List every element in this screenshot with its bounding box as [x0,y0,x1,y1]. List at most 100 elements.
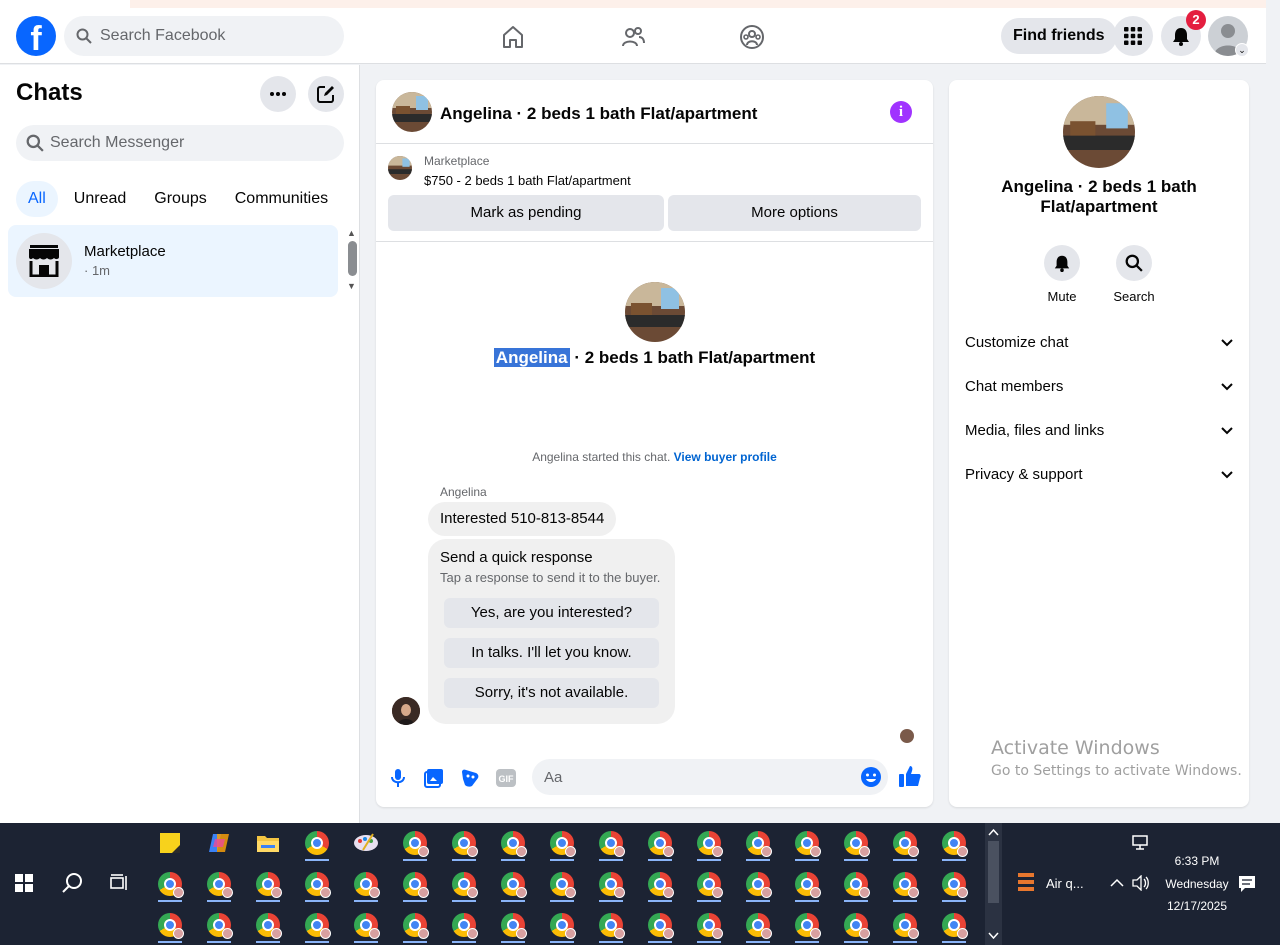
chat-options-button[interactable] [260,76,296,112]
filter-tab-all[interactable]: All [16,181,58,217]
chrome-profile-icon[interactable] [395,864,435,904]
air-quality-label[interactable]: Air q... [1046,876,1084,891]
filter-tab-communities[interactable]: Communities [223,181,340,217]
windows-start-icon[interactable] [4,863,44,903]
groups-icon[interactable] [735,20,769,54]
new-message-button[interactable] [308,76,344,112]
microphone-icon[interactable] [386,766,410,790]
customize-chat-row[interactable]: Customize chat [965,320,1233,364]
chrome-profile-icon[interactable] [689,823,729,863]
chrome-profile-icon[interactable] [836,905,876,945]
info-icon[interactable]: i [890,101,912,123]
taskbar-scrollbar[interactable] [985,823,1002,945]
chrome-profile-icon[interactable] [395,905,435,945]
chrome-profile-icon[interactable] [836,864,876,904]
task-view-icon[interactable] [100,863,140,903]
page-scrollbar[interactable] [1266,0,1280,823]
chrome-profile-icon[interactable] [787,905,827,945]
chrome-profile-icon[interactable] [346,864,386,904]
friends-icon[interactable] [616,20,650,54]
chrome-profile-icon[interactable] [591,823,631,863]
chrome-profile-icon[interactable] [493,823,533,863]
network-icon[interactable] [1132,835,1150,854]
chrome-profile-icon[interactable] [297,905,337,945]
listing-small-thumbnail[interactable] [388,156,412,180]
conversation-title[interactable]: Angelina · 2 beds 1 bath Flat/apartment [440,104,757,124]
scroll-down-arrow[interactable]: ▼ [347,281,356,291]
chrome-profile-icon[interactable] [836,823,876,863]
chevron-up-icon[interactable] [1110,877,1124,891]
sidebar-scrollbar-thumb[interactable] [348,241,357,276]
chrome-icon[interactable] [297,823,337,863]
chrome-profile-icon[interactable] [199,864,239,904]
more-options-button[interactable]: More options [668,195,921,231]
chrome-profile-icon[interactable] [150,864,190,904]
chrome-profile-icon[interactable] [640,823,680,863]
chrome-profile-icon[interactable] [591,905,631,945]
chrome-profile-icon[interactable] [934,905,974,945]
like-thumbs-up-icon[interactable] [898,764,922,788]
clock-day[interactable]: Wednesday [1152,877,1242,891]
sender-avatar[interactable] [392,697,420,725]
privacy-support-row[interactable]: Privacy & support [965,452,1233,496]
home-icon[interactable] [496,20,530,54]
chat-members-row[interactable]: Chat members [965,364,1233,408]
facebook-search-input[interactable] [100,27,320,45]
photo-icon[interactable] [422,766,446,790]
emoji-icon[interactable] [859,765,883,789]
chrome-profile-icon[interactable] [885,823,925,863]
chrome-profile-icon[interactable] [542,823,582,863]
chrome-profile-icon[interactable] [885,905,925,945]
message-input[interactable] [532,759,888,795]
chrome-profile-icon[interactable] [640,905,680,945]
messenger-search-box[interactable] [16,125,344,161]
chrome-profile-icon[interactable] [150,905,190,945]
chevron-down-icon[interactable]: ⌄ [1235,43,1249,57]
chrome-profile-icon[interactable] [689,905,729,945]
mute-button[interactable]: Mute [1026,245,1098,304]
quick-reply-interested-button[interactable]: Yes, are you interested? [444,598,659,628]
chrome-profile-icon[interactable] [248,905,288,945]
chrome-profile-icon[interactable] [542,864,582,904]
facebook-logo[interactable]: f [16,16,56,56]
chrome-profile-icon[interactable] [787,823,827,863]
sticky-notes-icon[interactable] [150,823,190,863]
chat-list-item-marketplace[interactable]: Marketplace · 1m [8,225,338,297]
filter-tab-unread[interactable]: Unread [62,181,138,217]
mark-as-pending-button[interactable]: Mark as pending [388,195,664,231]
clock-time[interactable]: 6:33 PM [1152,854,1242,868]
find-friends-button[interactable]: Find friends [1001,18,1117,54]
weather-widget-icon[interactable] [1016,871,1036,898]
search-icon[interactable] [52,863,92,903]
chrome-profile-icon[interactable] [934,864,974,904]
notification-center-icon[interactable] [1238,875,1256,896]
chrome-profile-icon[interactable] [248,864,288,904]
menu-grid-button[interactable] [1113,16,1153,56]
chrome-profile-icon[interactable] [395,823,435,863]
chrome-profile-icon[interactable] [885,864,925,904]
quick-reply-not-available-button[interactable]: Sorry, it's not available. [444,678,659,708]
chrome-profile-icon[interactable] [689,864,729,904]
chrome-profile-icon[interactable] [444,823,484,863]
chrome-profile-icon[interactable] [738,864,778,904]
listing-price-title[interactable]: $750 - 2 beds 1 bath Flat/apartment [424,173,631,188]
chrome-profile-icon[interactable] [444,905,484,945]
chrome-profile-icon[interactable] [297,864,337,904]
clock-date[interactable]: 12/17/2025 [1152,899,1242,913]
filter-tab-groups[interactable]: Groups [142,181,218,217]
chrome-profile-icon[interactable] [542,905,582,945]
chrome-profile-icon[interactable] [591,864,631,904]
chrome-profile-icon[interactable] [444,864,484,904]
chrome-profile-icon[interactable] [493,864,533,904]
messenger-search-input[interactable] [50,134,330,152]
volume-icon[interactable] [1132,874,1150,894]
chrome-profile-icon[interactable] [199,905,239,945]
chrome-profile-icon[interactable] [640,864,680,904]
view-buyer-profile-link[interactable]: View buyer profile [674,450,777,464]
paint-icon[interactable] [346,823,386,863]
file-explorer-icon[interactable] [248,823,288,863]
listing-thumbnail[interactable] [392,92,432,132]
chrome-profile-icon[interactable] [738,823,778,863]
facebook-search-box[interactable] [64,16,344,56]
chrome-profile-icon[interactable] [934,823,974,863]
